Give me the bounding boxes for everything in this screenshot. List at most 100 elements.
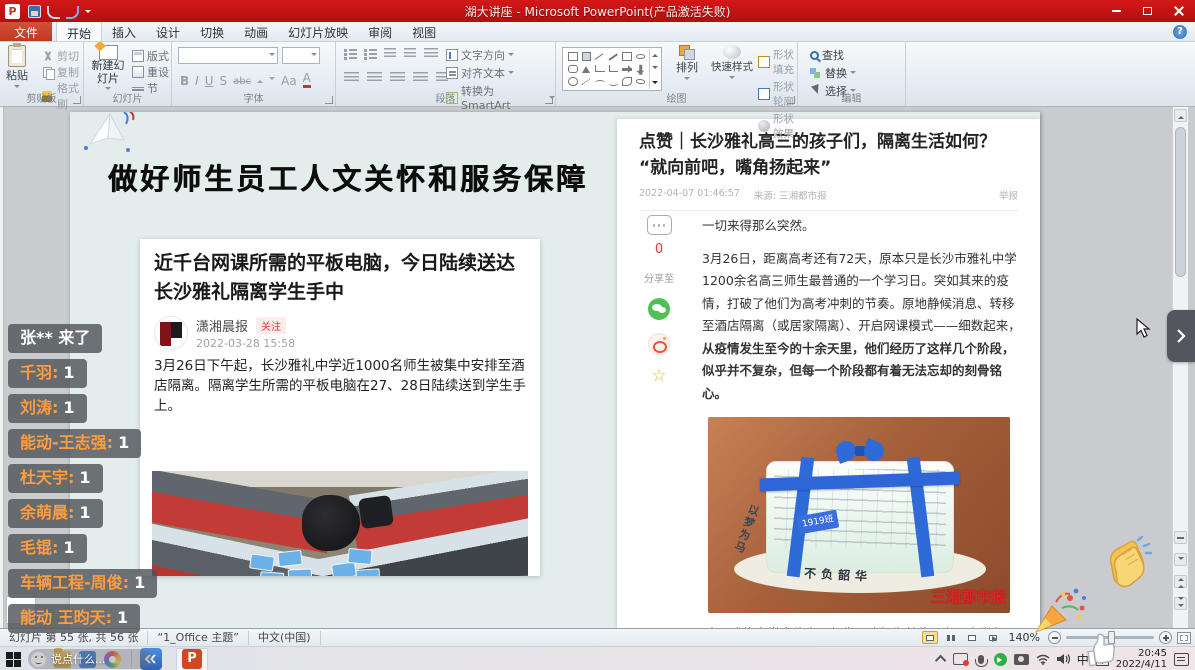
align-text-button[interactable]: 对齐文本 (446, 65, 555, 81)
arrange-button[interactable]: 排列 (668, 45, 706, 83)
left-article-card[interactable]: 近千台网课所需的平板电脑，今日陆续送达长沙雅礼隔离学生手中 潇湘晨报关注 202… (140, 239, 540, 576)
reset-button[interactable]: 重设 (132, 64, 169, 80)
work-area: 做好师生员工人文关怀和服务保障 近千台网课所需的平板电脑，今日陆续送达长沙雅礼隔… (0, 107, 1195, 628)
replace-button[interactable]: 替换 (810, 65, 856, 81)
increase-indent-icon[interactable] (404, 48, 416, 59)
paste-button[interactable]: 粘贴 (6, 45, 28, 91)
reading-view-button[interactable] (964, 631, 980, 644)
camera-icon[interactable] (1014, 654, 1029, 665)
dialog-launcher-icon[interactable] (787, 96, 795, 104)
strikethrough-button[interactable]: abc (233, 75, 251, 88)
tray-expand-icon[interactable] (935, 655, 946, 666)
wifi-icon[interactable] (1036, 654, 1050, 665)
normal-view-button[interactable] (922, 631, 938, 644)
scrollbar-thumb[interactable] (1175, 127, 1186, 277)
slide-canvas[interactable]: 做好师生员工人文关怀和服务保障 近千台网课所需的平板电脑，今日陆续送达长沙雅礼隔… (70, 112, 1040, 628)
maximize-button[interactable] (1133, 3, 1162, 20)
taskbar-clock[interactable]: 20:45 2022/4/11 (1116, 648, 1167, 670)
text-direction-button[interactable]: 文字方向 (446, 47, 555, 63)
slideshow-button[interactable] (985, 631, 1001, 644)
dialog-launcher-icon[interactable] (73, 96, 81, 104)
replace-icon (810, 67, 822, 79)
chat-input-bar[interactable]: 说点什么... (28, 649, 152, 669)
chevron-down-icon (508, 71, 514, 77)
volume-icon[interactable] (1057, 653, 1070, 665)
minimize-icon (1112, 10, 1121, 12)
security-app-icon[interactable] (994, 653, 1007, 666)
italic-button[interactable]: I (195, 75, 199, 88)
language-indicator[interactable]: 中文(中国) (249, 631, 321, 645)
tab-view[interactable]: 视图 (402, 21, 446, 41)
chat-message: 张** 来了 (8, 324, 102, 353)
report-link: 举报 (999, 188, 1018, 202)
tab-animations[interactable]: 动画 (234, 21, 278, 41)
scroll-up-button[interactable] (1174, 109, 1187, 122)
right-article-headline: 点赞｜长沙雅礼高三的孩子们，隔离生活如何？ “就向前吧，嘴角扬起来” (639, 130, 1020, 181)
close-button[interactable] (1164, 3, 1193, 20)
collapsed-slides-pane[interactable] (0, 107, 4, 628)
shape-effects-button[interactable]: 形状效果 (758, 111, 797, 141)
tab-slideshow[interactable]: 幻灯片放映 (278, 21, 358, 41)
bold-button[interactable]: B (180, 75, 189, 88)
copy-button[interactable]: 复制 (42, 64, 79, 80)
right-article-card[interactable]: 点赞｜长沙雅礼高三的孩子们，隔离生活如何？ “就向前吧，嘴角扬起来” 2022-… (617, 119, 1040, 628)
previous-slide-button[interactable] (1174, 575, 1187, 588)
align-text-icon (446, 67, 458, 79)
zoom-in-button[interactable] (1159, 631, 1172, 644)
powerpoint-taskbar-button[interactable]: P (176, 648, 208, 670)
bullets-icon[interactable] (344, 48, 356, 60)
text-shadow-button[interactable]: S (220, 75, 228, 88)
font-name-select[interactable] (178, 47, 278, 64)
minimize-button[interactable] (1102, 3, 1131, 20)
vertical-scrollbar[interactable] (1172, 107, 1188, 628)
change-case-button[interactable]: Aa (281, 75, 297, 88)
align-right-icon[interactable] (390, 72, 405, 83)
start-button[interactable] (0, 647, 26, 670)
quick-styles-button[interactable]: 快速样式 (708, 45, 756, 82)
shape-fill-button[interactable]: 形状填充 (758, 47, 797, 77)
side-panel-toggle[interactable] (1167, 310, 1195, 362)
shrink-font-icon[interactable] (269, 77, 275, 83)
tab-transitions[interactable]: 切换 (190, 21, 234, 41)
decrease-indent-icon[interactable] (384, 48, 396, 59)
emoji-button-icon[interactable] (31, 652, 46, 667)
scroll-down-button[interactable] (1174, 553, 1187, 566)
numbering-icon[interactable] (364, 48, 376, 60)
cut-icon (42, 50, 54, 62)
font-size-select[interactable] (282, 47, 320, 64)
tab-review[interactable]: 审阅 (358, 21, 402, 41)
action-center-icon[interactable] (1174, 653, 1189, 666)
layout-button[interactable]: 版式 (132, 48, 169, 64)
tab-insert[interactable]: 插入 (102, 21, 146, 41)
paragraph-2: 3月26日，距离高考还有72天，原本只是长沙市雅礼中学1200余名高三师生最普通… (702, 248, 1022, 406)
shapes-gallery[interactable] (562, 47, 662, 91)
next-slide-button[interactable] (1174, 597, 1187, 610)
dialog-launcher-icon[interactable] (545, 96, 553, 104)
chat-input-placeholder[interactable]: 说点什么... (51, 651, 106, 667)
shapes-scroll[interactable] (649, 49, 660, 89)
chat-message: 车辆工程-周俊1 (8, 569, 157, 598)
fit-to-window-button[interactable] (1177, 632, 1191, 644)
slide-sorter-button[interactable] (943, 631, 959, 644)
new-slide-button[interactable]: 新建幻灯片 (88, 45, 128, 93)
dialog-launcher-icon[interactable] (325, 96, 333, 104)
grow-font-icon[interactable] (257, 77, 263, 83)
star-icon: ☆ (651, 368, 666, 385)
help-icon[interactable]: ? (1173, 25, 1187, 39)
line-spacing-icon[interactable] (424, 48, 438, 59)
align-center-icon[interactable] (367, 72, 382, 83)
align-left-icon[interactable] (344, 72, 359, 83)
powerpoint-icon: P (182, 649, 202, 669)
microphone-icon[interactable] (978, 655, 984, 664)
font-color-button[interactable]: A (303, 72, 311, 88)
slide-title[interactable]: 做好师生员工人文关怀和服务保障 (108, 156, 588, 198)
tab-home[interactable]: 开始 (56, 21, 102, 41)
cut-button[interactable]: 剪切 (42, 48, 79, 64)
screen-record-icon[interactable] (953, 653, 968, 665)
justify-icon[interactable] (413, 72, 428, 83)
tab-design[interactable]: 设计 (146, 21, 190, 41)
underline-button[interactable]: U (205, 75, 214, 88)
find-button[interactable]: 查找 (810, 47, 856, 63)
tab-file[interactable]: 文件 (0, 21, 52, 41)
splitter-button[interactable] (1174, 531, 1187, 544)
